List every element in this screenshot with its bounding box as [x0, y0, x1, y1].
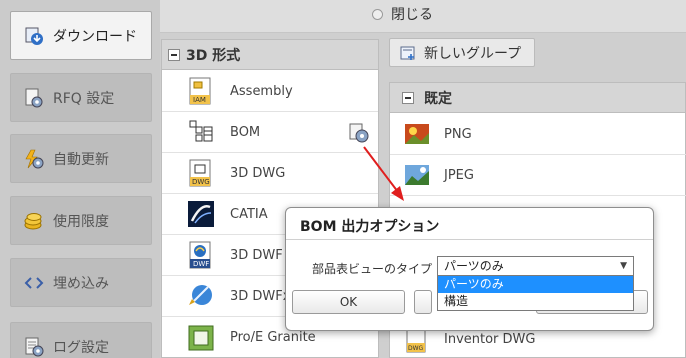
collapse-icon[interactable] — [168, 48, 180, 61]
proe-granite-icon — [188, 325, 214, 350]
dialog-button[interactable] — [414, 290, 432, 314]
dwf-file-icon: DWF — [189, 241, 211, 269]
group-panel-header[interactable]: 既定 — [390, 83, 685, 113]
format-panel-title: 3D 形式 — [186, 47, 241, 64]
auto-update-icon — [25, 149, 44, 168]
new-group-button[interactable]: 新しいグループ — [389, 38, 535, 67]
bom-settings-gear-icon[interactable] — [348, 122, 370, 144]
dwg-file-icon: DWG — [189, 159, 211, 187]
sidebar-item-label: ダウンロード — [53, 28, 137, 45]
close-label: 閉じる — [391, 7, 433, 23]
sidebar-item-label: 埋め込み — [53, 275, 109, 292]
format-item-label: 3D DWF — [230, 247, 283, 263]
log-settings-icon — [25, 337, 44, 356]
add-group-icon — [400, 46, 415, 60]
iam-file-icon: IAM — [189, 77, 211, 105]
jpeg-image-icon — [405, 165, 429, 185]
download-icon — [25, 27, 43, 45]
format-panel-header[interactable]: 3D 形式 — [162, 40, 378, 70]
format-item-bom[interactable]: BOM — [162, 112, 378, 153]
sidebar-item-rfq-settings[interactable]: RFQ 設定 — [10, 73, 152, 122]
dropdown-option-parts-only[interactable]: パーツのみ — [438, 276, 633, 293]
group-item-label: JPEG — [444, 167, 474, 183]
sidebar-item-label: ログ設定 — [53, 339, 109, 356]
group-item-png[interactable]: PNG — [390, 114, 686, 155]
bom-output-options-dialog: BOM 出力オプション 部品表ビューのタイプ パーツのみ ▼ OK パーツのみ … — [285, 207, 654, 331]
svg-text:DWF: DWF — [193, 260, 209, 268]
sidebar-item-embed[interactable]: 埋め込み — [10, 258, 152, 307]
format-item-assembly[interactable]: IAM Assembly — [162, 71, 378, 112]
view-type-select[interactable]: パーツのみ ▼ — [437, 256, 634, 276]
sidebar-item-label: RFQ 設定 — [53, 90, 115, 107]
format-item-label: 3D DWFx — [230, 288, 291, 304]
sidebar: ダウンロード RFQ 設定 自動更新 使用限度 埋め込み ログ設定 — [0, 0, 160, 358]
ok-button[interactable]: OK — [292, 290, 405, 314]
ok-label: OK — [339, 295, 358, 309]
svg-text:DWG: DWG — [192, 178, 210, 186]
new-group-label: 新しいグループ — [424, 45, 522, 62]
view-type-label: 部品表ビューのタイプ — [312, 262, 433, 276]
usage-limit-icon — [24, 212, 42, 229]
sidebar-item-label: 使用限度 — [53, 213, 109, 230]
selected-value: パーツのみ — [444, 259, 504, 273]
sidebar-item-download[interactable]: ダウンロード — [10, 11, 152, 60]
svg-text:DWG: DWG — [408, 345, 424, 352]
group-item-label: PNG — [444, 126, 472, 142]
format-item-label: Pro/E Granite — [230, 330, 316, 345]
top-bar: 閉じる — [160, 0, 686, 33]
collapse-icon[interactable] — [402, 91, 414, 104]
dwfx-icon — [189, 285, 212, 305]
radio-button[interactable] — [372, 8, 383, 20]
format-item-label: BOM — [230, 124, 261, 140]
dropdown-option-structured[interactable]: 構造 — [438, 293, 633, 310]
dropdown-arrow-icon[interactable]: ▼ — [620, 257, 627, 275]
format-item-label: 3D DWG — [230, 165, 286, 181]
group-item-jpeg[interactable]: JPEG — [390, 155, 686, 196]
view-type-dropdown-list: パーツのみ 構造 — [437, 275, 634, 311]
rfq-settings-icon — [25, 88, 43, 107]
group-item-label: Inventor DWG — [444, 332, 536, 347]
group-panel-title: 既定 — [424, 90, 452, 107]
svg-text:IAM: IAM — [193, 96, 206, 104]
sidebar-item-usage-limit[interactable]: 使用限度 — [10, 196, 152, 245]
dialog-title: BOM 出力オプション — [300, 219, 440, 235]
sidebar-item-label: 自動更新 — [53, 151, 109, 168]
dialog-divider — [286, 239, 653, 240]
png-image-icon — [405, 124, 429, 144]
format-item-label: CATIA — [230, 206, 268, 222]
format-item-label: Assembly — [230, 83, 293, 99]
close-radio-option[interactable]: 閉じる — [372, 4, 433, 24]
sidebar-item-log-settings[interactable]: ログ設定 — [10, 322, 152, 358]
embed-icon — [24, 276, 44, 289]
catia-icon — [188, 201, 214, 227]
bom-icon — [189, 120, 213, 142]
sidebar-item-auto-update[interactable]: 自動更新 — [10, 134, 152, 183]
format-item-3d-dwg[interactable]: DWG 3D DWG — [162, 153, 378, 194]
